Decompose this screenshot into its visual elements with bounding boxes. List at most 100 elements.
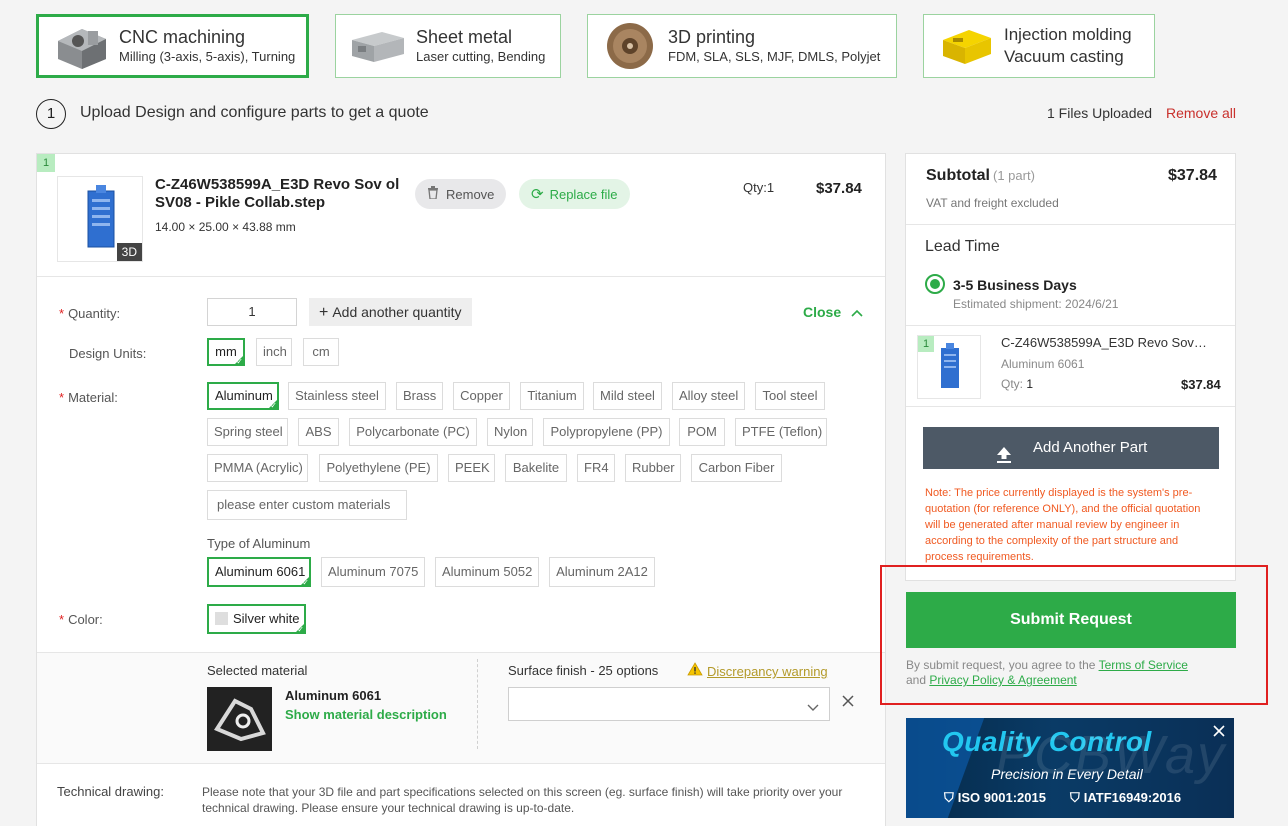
material-aluminum[interactable]: Aluminum bbox=[207, 382, 279, 411]
material-nylon[interactable]: Nylon bbox=[487, 418, 533, 446]
tab-subtitle: Vacuum casting bbox=[1004, 47, 1124, 66]
part-filename: C-Z46W538599A_E3D Revo Sov ol SV08 - Pik… bbox=[155, 176, 400, 211]
quantity-label: * Quantity: bbox=[59, 306, 121, 321]
close-label: Close bbox=[803, 304, 842, 320]
part-thumbnail[interactable]: 3D bbox=[57, 176, 143, 262]
molding-image bbox=[934, 20, 998, 72]
plus-icon: + bbox=[319, 304, 329, 321]
tab-cnc-machining[interactable]: CNC machining Milling (3-axis, 5-axis), … bbox=[36, 14, 309, 78]
unit-mm[interactable]: mm bbox=[207, 338, 245, 367]
tab-subtitle: Laser cutting, Bending bbox=[416, 49, 546, 64]
section-divider bbox=[477, 659, 478, 749]
lead-time-option[interactable]: 3-5 Business Days bbox=[953, 277, 1077, 293]
tab-title: Injection molding bbox=[1004, 25, 1132, 44]
cert-iso: ⛉ ISO 9001:2015 bbox=[944, 790, 1046, 805]
estimated-shipment: Estimated shipment: 2024/6/21 bbox=[953, 297, 1119, 311]
material-abs[interactable]: ABS bbox=[298, 418, 339, 446]
material-peek[interactable]: PEEK bbox=[448, 454, 495, 482]
design-units-label: Design Units: bbox=[69, 346, 147, 361]
color-swatch bbox=[215, 612, 228, 625]
tab-injection-molding[interactable]: Injection molding Vacuum casting bbox=[923, 14, 1155, 78]
summary-item-index: 1 bbox=[918, 336, 934, 352]
material-brass[interactable]: Brass bbox=[396, 382, 443, 410]
remove-label: Remove bbox=[446, 186, 495, 202]
divider bbox=[906, 325, 1235, 326]
summary-item-material: Aluminum 6061 bbox=[1001, 357, 1085, 371]
material-spring-steel[interactable]: Spring steel bbox=[207, 418, 288, 446]
material-alloy-steel[interactable]: Alloy steel bbox=[672, 382, 745, 410]
add-quantity-button[interactable]: + Add another quantity bbox=[309, 298, 472, 326]
remove-all-link[interactable]: Remove all bbox=[1166, 105, 1236, 121]
material-polypropylene[interactable]: Polypropylene (PP) bbox=[543, 418, 670, 446]
add-part-label: Add Another Part bbox=[1033, 439, 1148, 456]
summary-item-price: $37.84 bbox=[1181, 377, 1221, 392]
material-polycarbonate[interactable]: Polycarbonate (PC) bbox=[349, 418, 477, 446]
tab-3d-printing[interactable]: 3D printing FDM, SLA, SLS, MJF, DMLS, Po… bbox=[587, 14, 897, 78]
close-banner-icon[interactable] bbox=[1212, 724, 1226, 741]
replace-file-button[interactable]: ⟳ Replace file bbox=[519, 179, 630, 209]
add-quantity-label: Add another quantity bbox=[332, 304, 462, 320]
surface-finish-select[interactable] bbox=[508, 687, 830, 721]
step-title: Upload Design and configure parts to get… bbox=[80, 104, 429, 121]
unit-inch[interactable]: inch bbox=[256, 338, 292, 366]
3d-print-image bbox=[598, 20, 662, 72]
color-value: Silver white bbox=[233, 611, 300, 626]
tab-title: CNC machining bbox=[119, 27, 246, 47]
quantity-input[interactable]: 1 bbox=[207, 298, 297, 326]
chevron-down-icon bbox=[807, 700, 819, 715]
parts-count: (1 part) bbox=[993, 168, 1035, 183]
material-titanium[interactable]: Titanium bbox=[520, 382, 584, 410]
material-copper[interactable]: Copper bbox=[453, 382, 510, 410]
part-qty: Qty:1 bbox=[743, 180, 775, 195]
material-tool-steel[interactable]: Tool steel bbox=[755, 382, 825, 410]
material-fr4[interactable]: FR4 bbox=[577, 454, 615, 482]
3d-badge[interactable]: 3D bbox=[116, 243, 142, 261]
color-silver-white[interactable]: Silver white bbox=[207, 604, 306, 635]
divider bbox=[906, 406, 1235, 407]
technical-drawing-label: Technical drawing: bbox=[57, 784, 164, 799]
material-polyethylene[interactable]: Polyethylene (PE) bbox=[319, 454, 438, 482]
tab-title: 3D printing bbox=[668, 27, 756, 47]
technical-drawing-note: Please note that your 3D file and part s… bbox=[202, 785, 843, 815]
part-price: $37.84 bbox=[816, 180, 862, 197]
material-mild-steel[interactable]: Mild steel bbox=[593, 382, 662, 410]
show-material-description-link[interactable]: Show material description bbox=[285, 707, 447, 722]
color-label: * Color: bbox=[59, 612, 103, 627]
quality-control-banner[interactable]: Quality Control Precision in Every Detai… bbox=[906, 718, 1234, 818]
replace-label: Replace file bbox=[549, 186, 618, 202]
type-aluminum-2a12[interactable]: Aluminum 2A12 bbox=[549, 557, 655, 587]
type-aluminum-5052[interactable]: Aluminum 5052 bbox=[435, 557, 539, 587]
type-label: Type of Aluminum bbox=[207, 536, 311, 551]
lead-time-radio[interactable] bbox=[925, 274, 945, 294]
type-aluminum-6061[interactable]: Aluminum 6061 bbox=[207, 557, 311, 588]
refresh-icon: ⟳ bbox=[531, 186, 544, 203]
part-index-badge: 1 bbox=[37, 154, 55, 172]
material-ptfe[interactable]: PTFE (Teflon) bbox=[735, 418, 827, 446]
vat-note: VAT and freight excluded bbox=[926, 196, 1059, 210]
order-summary-panel: Subtotal (1 part) $37.84 VAT and freight… bbox=[905, 153, 1236, 581]
highlight-box bbox=[880, 565, 1268, 705]
cert-iatf: ⛉ IATF16949:2016 bbox=[1070, 790, 1182, 805]
sheet-metal-image bbox=[346, 20, 410, 72]
summary-item-name: C-Z46W538599A_E3D Revo Sov… bbox=[1001, 335, 1207, 350]
material-bakelite[interactable]: Bakelite bbox=[505, 454, 567, 482]
custom-material-input[interactable]: please enter custom materials bbox=[207, 490, 407, 520]
unit-cm[interactable]: cm bbox=[303, 338, 339, 366]
type-aluminum-7075[interactable]: Aluminum 7075 bbox=[321, 557, 425, 587]
discrepancy-warning-link[interactable]: Discrepancy warning bbox=[687, 662, 828, 679]
remove-part-button[interactable]: Remove bbox=[415, 179, 507, 209]
material-label: * Material: bbox=[59, 390, 118, 405]
material-pom[interactable]: POM bbox=[679, 418, 725, 446]
banner-watermark: PCBWay bbox=[996, 725, 1227, 785]
material-stainless-steel[interactable]: Stainless steel bbox=[288, 382, 386, 410]
add-another-part-button[interactable]: Add Another Part bbox=[923, 427, 1219, 469]
summary-item-qty: Qty: 1 bbox=[1001, 377, 1034, 391]
clear-surface-icon[interactable] bbox=[842, 695, 854, 710]
material-carbon-fiber[interactable]: Carbon Fiber bbox=[691, 454, 782, 482]
material-rubber[interactable]: Rubber bbox=[625, 454, 681, 482]
close-config-button[interactable]: Close bbox=[803, 304, 863, 320]
tab-sheet-metal[interactable]: Sheet metal Laser cutting, Bending bbox=[335, 14, 561, 78]
upload-icon bbox=[995, 439, 1013, 481]
cnc-part-image bbox=[49, 20, 113, 72]
material-pmma[interactable]: PMMA (Acrylic) bbox=[207, 454, 308, 482]
